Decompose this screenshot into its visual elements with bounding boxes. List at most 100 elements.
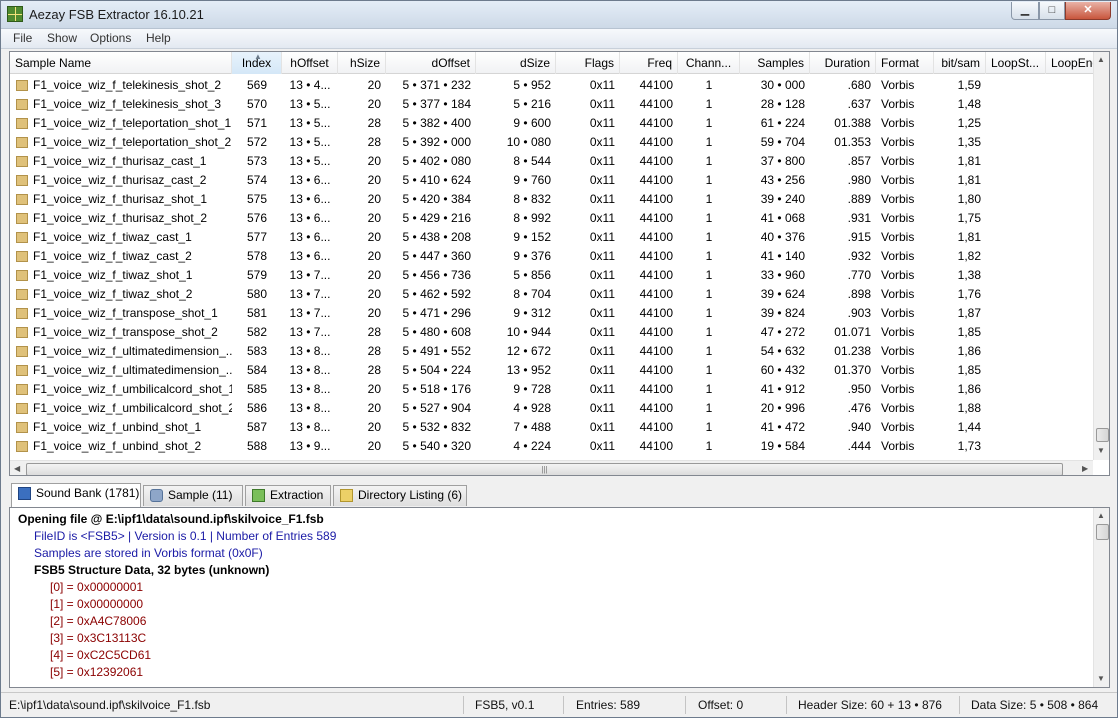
cell-index: 584	[246, 363, 268, 377]
cell-format: Vorbis	[881, 116, 915, 130]
cell-flags: 0x11	[589, 401, 615, 415]
column-header-freq[interactable]: Freq	[620, 52, 678, 74]
scroll-down-icon[interactable]: ▼	[1097, 674, 1105, 683]
folder-icon	[340, 489, 353, 502]
list-vertical-scroll-thumb[interactable]	[1096, 428, 1109, 442]
column-header-dsize[interactable]: dSize	[476, 52, 556, 74]
column-header-loop-start[interactable]: LoopSt...	[986, 52, 1046, 74]
list-horizontal-scrollbar[interactable]: ◀ ||| ▶	[10, 460, 1093, 475]
table-row[interactable]: F1_voice_wiz_f_tiwaz_shot_1 579 13 • 7... 2…	[10, 266, 1093, 285]
cell-dsize: 10 • 080	[506, 135, 551, 149]
cell-format: Vorbis	[881, 135, 915, 149]
table-row[interactable]: F1_voice_wiz_f_teleportation_shot_2 572 13…	[10, 133, 1093, 152]
cell-duration: .444	[847, 439, 871, 453]
column-header-sample-name[interactable]: Sample Name	[10, 52, 232, 74]
table-row[interactable]: F1_voice_wiz_f_teleportation_shot_1 571 13…	[10, 114, 1093, 133]
table-row[interactable]: F1_voice_wiz_f_umbilicalcord_shot_2 586 13…	[10, 399, 1093, 418]
table-row[interactable]: F1_voice_wiz_f_ultimatedimension_... 583 1…	[10, 342, 1093, 361]
table-row[interactable]: F1_voice_wiz_f_telekinesis_shot_2 569 13 •…	[10, 76, 1093, 95]
table-row[interactable]: F1_voice_wiz_f_tiwaz_cast_2 578 13 • 6... 2…	[10, 247, 1093, 266]
cell-bits-per-sample: 1,80	[957, 192, 981, 206]
column-header-samples[interactable]: Samples	[740, 52, 810, 74]
cell-samples: 41 • 068	[760, 211, 805, 225]
cell-flags: 0x11	[589, 363, 615, 377]
table-row[interactable]: F1_voice_wiz_f_transpose_shot_2 582 13 • 7…	[10, 323, 1093, 342]
log-line: [3] = 0x3C13113C	[50, 631, 147, 645]
cell-freq: 44100	[639, 306, 673, 320]
maximize-button[interactable]: □	[1039, 2, 1065, 20]
cell-duration: .940	[847, 420, 871, 434]
table-row[interactable]: F1_voice_wiz_f_ultimatedimension_... 584 1…	[10, 361, 1093, 380]
cell-channels: 1	[705, 154, 713, 168]
column-header-flags[interactable]: Flags	[556, 52, 620, 74]
scroll-up-icon[interactable]: ▲	[1097, 511, 1105, 520]
title-bar[interactable]: Aezay FSB Extractor 16.10.21 ▁ □ ✕	[1, 1, 1117, 29]
column-header-hoffset[interactable]: hOffset	[282, 52, 338, 74]
table-row[interactable]: F1_voice_wiz_f_tiwaz_shot_2 580 13 • 7... 2…	[10, 285, 1093, 304]
cell-hoffset: 13 • 8...	[289, 344, 331, 358]
menu-help[interactable]: Help	[146, 31, 171, 45]
cell-hoffset: 13 • 4...	[289, 78, 331, 92]
scroll-up-icon[interactable]: ▲	[1097, 55, 1105, 64]
menu-file[interactable]: File	[13, 31, 32, 45]
log-vertical-scroll-thumb[interactable]	[1096, 524, 1109, 540]
column-header-index[interactable]: Index ▲	[232, 52, 282, 74]
log-output[interactable]: Opening file @ E:\ipf1\data\sound.ipf\sk…	[9, 507, 1110, 688]
column-header-hsize[interactable]: hSize	[338, 52, 386, 74]
tab-directory-listing[interactable]: Directory Listing (6)	[333, 485, 467, 506]
column-header-format[interactable]: Format	[876, 52, 934, 74]
cell-hoffset: 13 • 5...	[289, 135, 331, 149]
cell-duration: 01.388	[834, 116, 871, 130]
column-header-doffset[interactable]: dOffset	[386, 52, 476, 74]
cell-format: Vorbis	[881, 401, 915, 415]
minimize-button[interactable]: ▁	[1011, 2, 1039, 20]
cell-bits-per-sample: 1,35	[957, 135, 981, 149]
cell-flags: 0x11	[589, 78, 615, 92]
cell-doffset: 5 • 471 • 296	[402, 306, 471, 320]
menu-options[interactable]: Options	[90, 31, 131, 45]
cell-duration: .857	[847, 154, 871, 168]
cell-hoffset: 13 • 7...	[289, 306, 331, 320]
menu-show[interactable]: Show	[47, 31, 77, 45]
log-vertical-scrollbar[interactable]: ▲ ▼	[1093, 508, 1109, 687]
scroll-down-icon[interactable]: ▼	[1097, 446, 1105, 455]
table-row[interactable]: F1_voice_wiz_f_transpose_shot_1 581 13 • 7…	[10, 304, 1093, 323]
cell-format: Vorbis	[881, 97, 915, 111]
table-row[interactable]: F1_voice_wiz_f_thurisaz_shot_1 575 13 • 6.…	[10, 190, 1093, 209]
sample-folder-icon	[16, 270, 28, 281]
scroll-right-icon[interactable]: ▶	[1082, 464, 1088, 473]
tab-extraction[interactable]: Extraction	[245, 485, 331, 506]
list-vertical-scrollbar[interactable]: ▲ ▼	[1093, 52, 1109, 460]
sample-folder-icon	[16, 365, 28, 376]
cell-channels: 1	[705, 287, 713, 301]
table-row[interactable]: F1_voice_wiz_f_unbind_shot_2 588 13 • 9...…	[10, 437, 1093, 456]
table-row[interactable]: F1_voice_wiz_f_thurisaz_cast_1 573 13 • 5.…	[10, 152, 1093, 171]
tab-sound-bank[interactable]: Sound Bank (1781)	[11, 483, 141, 507]
table-row[interactable]: F1_voice_wiz_f_umbilicalcord_shot_1 585 13…	[10, 380, 1093, 399]
cell-dsize: 9 • 152	[513, 230, 551, 244]
table-row[interactable]: F1_voice_wiz_f_telekinesis_shot_3 570 13 •…	[10, 95, 1093, 114]
column-header-bits-per-sample[interactable]: bit/sam	[934, 52, 986, 74]
tab-sample[interactable]: Sample (11)	[143, 485, 243, 506]
cell-duration: .903	[847, 306, 871, 320]
table-row[interactable]: F1_voice_wiz_f_thurisaz_cast_2 574 13 • 6.…	[10, 171, 1093, 190]
cell-sample-name: F1_voice_wiz_f_transpose_shot_1	[33, 306, 218, 320]
cell-format: Vorbis	[881, 230, 915, 244]
cell-index: 580	[246, 287, 268, 301]
cell-channels: 1	[705, 192, 713, 206]
table-row[interactable]: F1_voice_wiz_f_tiwaz_cast_1 577 13 • 6... 2…	[10, 228, 1093, 247]
close-button[interactable]: ✕	[1065, 2, 1111, 20]
cell-hoffset: 13 • 9...	[289, 439, 331, 453]
table-row[interactable]: F1_voice_wiz_f_thurisaz_shot_2 576 13 • 6.…	[10, 209, 1093, 228]
column-header-channels[interactable]: Chann...	[678, 52, 740, 74]
table-row[interactable]: F1_voice_wiz_f_unbind_shot_1 587 13 • 8...…	[10, 418, 1093, 437]
maximize-icon: □	[1048, 4, 1056, 16]
column-header-duration[interactable]: Duration	[810, 52, 876, 74]
cell-sample-name: F1_voice_wiz_f_thurisaz_shot_2	[33, 211, 208, 225]
cell-dsize: 10 • 944	[506, 325, 551, 339]
column-header-row: Sample Name Index ▲ hOffset hSize dOffset dSiz…	[10, 52, 1102, 74]
sample-list[interactable]: Sample Name Index ▲ hOffset hSize dOffset dSiz…	[9, 51, 1110, 476]
list-horizontal-scroll-thumb[interactable]: |||	[26, 463, 1063, 475]
scroll-left-icon[interactable]: ◀	[14, 464, 20, 473]
cell-hoffset: 13 • 8...	[289, 382, 331, 396]
